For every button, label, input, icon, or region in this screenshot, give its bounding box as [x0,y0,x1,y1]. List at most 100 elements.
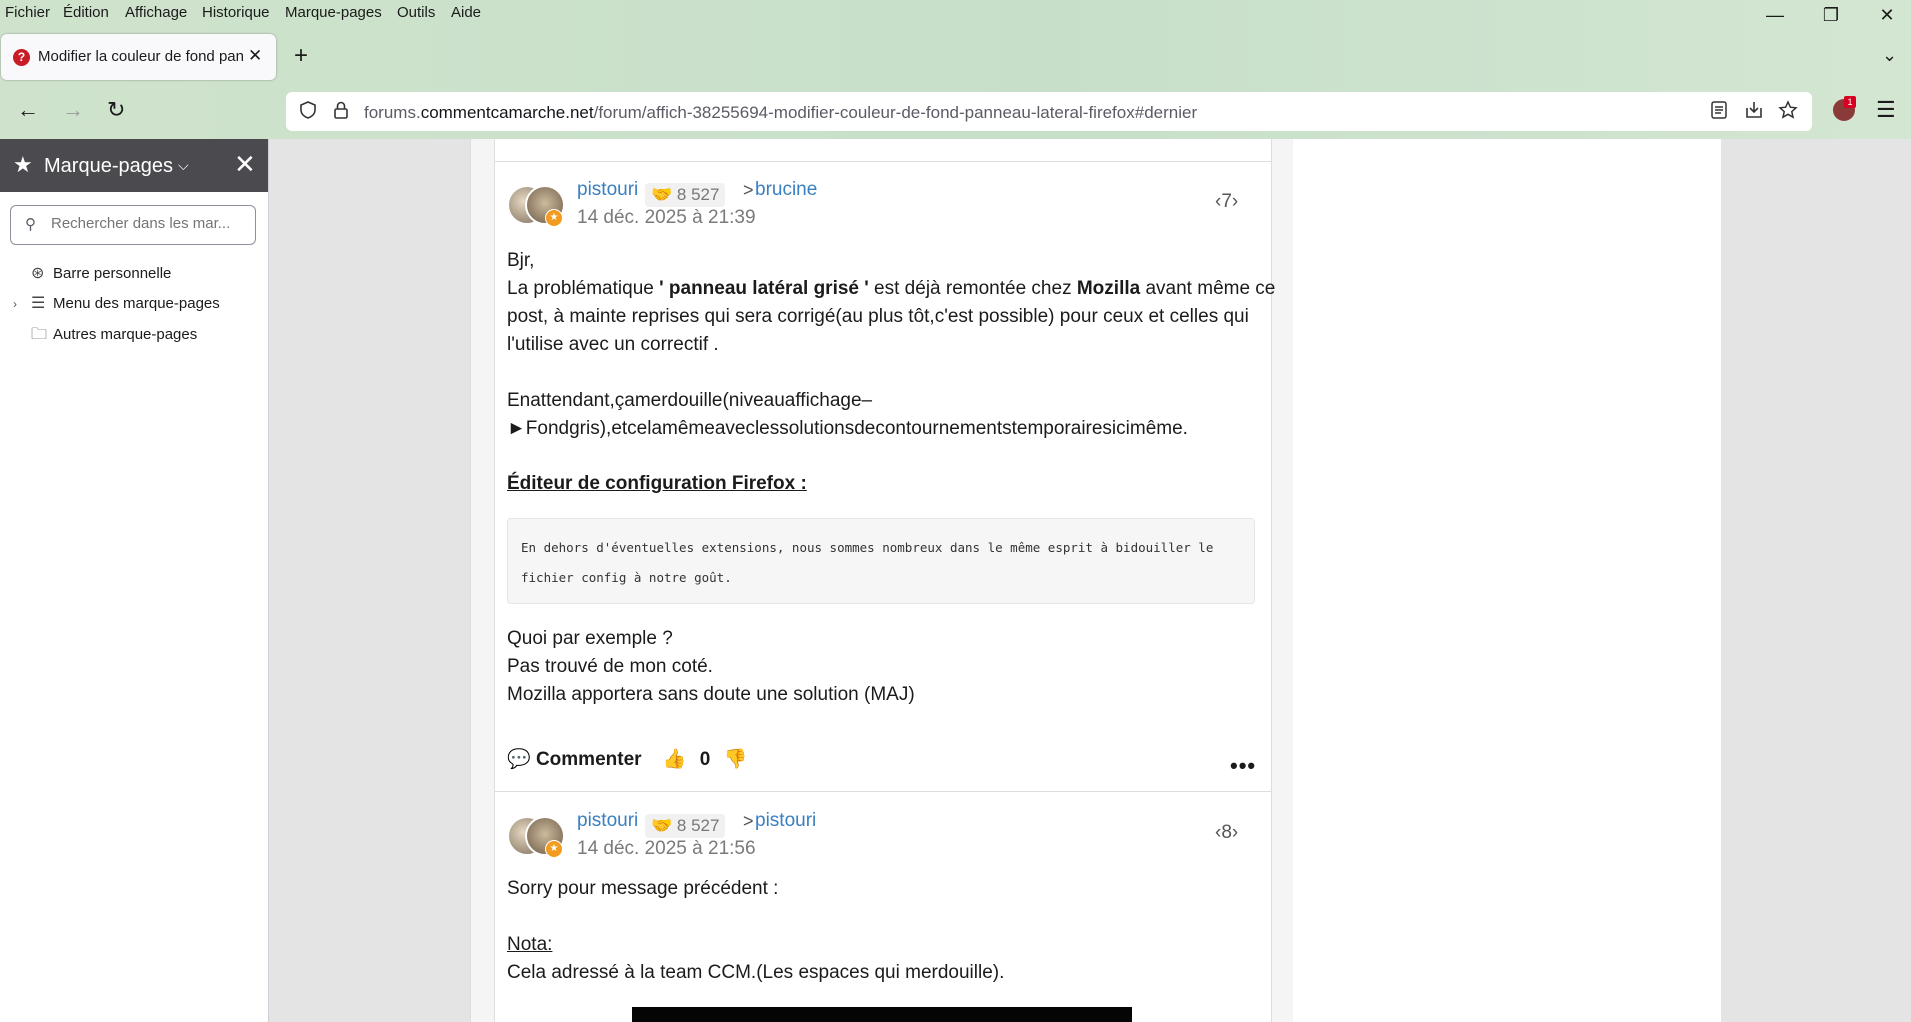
menu-folder-icon: ☰ [31,295,46,312]
avatar[interactable]: ★ [507,814,565,858]
minimize-button[interactable]: — [1747,2,1803,28]
tab-close-icon[interactable]: ✕ [248,46,262,66]
close-sidebar-icon[interactable]: ✕ [234,149,256,180]
avatar[interactable]: ★ [507,183,565,227]
extension-badge: 1 [1844,96,1856,108]
badge-star-icon: ★ [545,840,563,858]
thumbs-down-icon[interactable]: 👎 [724,749,748,770]
url-bar[interactable]: forums.commentcamarche.net/forum/affich-… [286,92,1812,131]
menu-marque-pages[interactable]: Marque-pages [285,4,382,21]
url-domain: commentcamarche.net [420,103,594,122]
post-text-line: Cela adressé à la team CCM.(Les espaces … [507,962,1005,983]
code-block: En dehors d'éventuelles extensions, nous… [507,518,1255,604]
code-text: En dehors d'éventuelles extensions, nous… [521,540,1214,585]
save-to-pocket-icon[interactable] [1744,100,1764,126]
app-menu-icon[interactable]: ☰ [1876,99,1896,121]
divider [495,791,1271,792]
reply-arrow: > [743,811,754,831]
star-icon: ★ [13,152,33,177]
reader-view-icon[interactable] [1710,100,1728,126]
sidebar-item-barre-personnelle[interactable]: ⊛ Barre personnelle [13,263,171,283]
post-date[interactable]: 14 déc. 2025 à 21:39 [577,207,756,229]
post-text-line: Pas trouvé de mon coté. [507,656,713,677]
next-post-icon[interactable]: › [1232,822,1238,843]
text-run: La problématique [507,278,660,299]
post-author[interactable]: pistouri [577,179,638,201]
nota-label: Nota: [507,934,553,955]
post-text-line: La problématique ' panneau latéral grisé… [507,275,1275,303]
sidebar-title[interactable]: Marque-pages [44,155,173,178]
tab-favicon-icon: ? [13,49,30,66]
expand-arrow-icon[interactable]: › [13,297,31,311]
post-text-line: l'utilise avec un correctif . [507,334,719,355]
section-heading: Éditeur de configuration Firefox : [507,473,807,494]
list-tabs-button[interactable]: ⌄ [1882,45,1897,66]
embedded-image [632,1007,1132,1022]
text-run: est déjà remontée chez [868,278,1077,299]
forward-button[interactable]: → [62,98,84,122]
more-options-icon[interactable]: ••• [1230,753,1256,779]
url-prefix: forums. [364,103,421,122]
bookmarks-sidebar: ★ Marque-pages ⌵ ✕ ⚲ ⊛Barre personnelle … [0,139,269,1022]
tracking-protection-shield-icon[interactable] [298,100,318,126]
menu-bar: Fichier Édition Affichage Historique Mar… [0,0,1911,27]
back-button[interactable]: ← [17,98,39,122]
thread-card: ••• ★ pistouri 🤝 8 527 > brucine 14 déc.… [494,139,1275,1022]
menu-historique[interactable]: Historique [202,4,270,21]
close-window-button[interactable]: ✕ [1859,2,1911,28]
reply-to-user[interactable]: pistouri [755,810,816,832]
menu-affichage[interactable]: Affichage [125,4,187,21]
post-author[interactable]: pistouri [577,810,638,832]
reload-button[interactable]: ↻ [107,98,125,122]
folder-icon: 🗀 [31,326,48,343]
text-run: avant même ce [1140,278,1276,299]
url-text[interactable]: forums.commentcamarche.net/forum/affich-… [364,103,1197,123]
bookmark-star-icon[interactable] [1778,100,1798,126]
badge-star-icon: ★ [545,209,563,227]
restore-button[interactable]: ❐ [1803,2,1859,28]
post-number: 8 [1221,822,1232,843]
post-text-line: Enattendant,çamerdouille(niveauaffichage… [507,390,873,411]
next-post-icon[interactable]: › [1232,191,1238,212]
post-actions: 💬 Commenter 👍 0 👎 [507,747,747,771]
post-text-line: Sorry pour message précédent : [507,878,779,899]
reply-arrow: > [743,180,754,200]
reputation-value: 8 527 [676,185,720,204]
thumbs-up-icon[interactable]: 👍 [663,749,687,770]
lock-icon[interactable] [332,100,350,126]
vote-count: 0 [699,749,711,770]
new-tab-button[interactable]: + [294,44,308,68]
chevron-down-icon[interactable]: ⌵ [178,157,189,174]
reply-to-user[interactable]: brucine [755,179,817,201]
comment-icon: 💬 [507,749,531,770]
comment-label: Commenter [535,749,642,770]
post-text-line: ►Fondgris),etcelamêmeaveclessolutionsdec… [507,418,1188,439]
post-text-line: Bjr, [507,250,535,271]
active-tab[interactable]: ? Modifier la couleur de fond panneau la… [1,34,276,80]
post-text-line: Quoi par exemple ? [507,628,673,649]
post-navigation: ‹8› [1215,822,1238,844]
tab-title: Modifier la couleur de fond panneau laté… [38,48,243,65]
post-date[interactable]: 14 déc. 2025 à 21:56 [577,838,756,860]
divider [495,161,1271,162]
menu-outils[interactable]: Outils [397,4,435,21]
search-icon: ⚲ [25,216,36,233]
bold-text: Mozilla [1076,278,1141,299]
menu-aide[interactable]: Aide [451,4,481,21]
post-navigation: ‹7› [1215,191,1238,213]
comment-button[interactable]: 💬 Commenter [507,749,642,770]
sidebar-search-field[interactable]: ⚲ [10,205,256,245]
sidebar-header: ★ Marque-pages ⌵ ✕ [0,139,268,192]
prev-post-more-icon[interactable]: ••• [1230,139,1256,147]
post-text-line: post, à mainte reprises qui sera corrigé… [507,306,1249,327]
post-text-line: Mozilla apportera sans doute une solutio… [507,684,915,705]
sidebar-search-input[interactable] [49,214,243,233]
page-content: ••• ★ pistouri 🤝 8 527 > brucine 14 déc.… [269,139,1911,1022]
reputation-value: 8 527 [676,816,720,835]
star-folder-icon: ⊛ [31,265,45,282]
menu-edition[interactable]: Édition [63,4,109,21]
sidebar-item-menu-marque-pages[interactable]: › ☰ Menu des marque-pages [13,293,220,313]
sidebar-item-autres-marque-pages[interactable]: 🗀 Autres marque-pages [13,323,197,350]
menu-fichier[interactable]: Fichier [5,4,50,21]
bold-text: ' panneau latéral grisé ' [659,278,869,299]
